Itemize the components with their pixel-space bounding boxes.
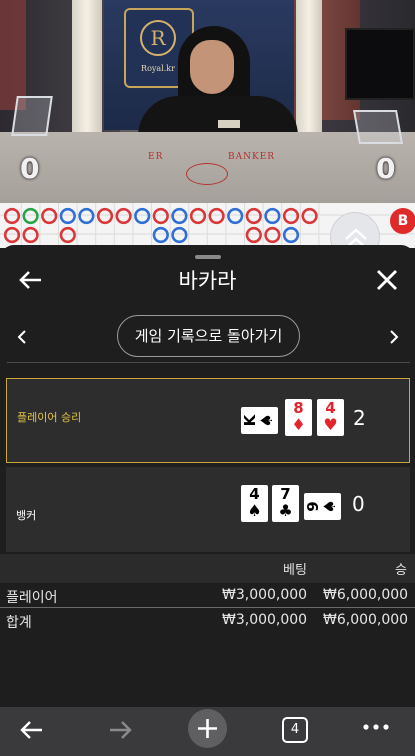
previous-game-icon[interactable] [12, 325, 32, 349]
bets-total-row: 합계 ₩3,000,000 ₩6,000,000 [0, 609, 415, 634]
road-bead [59, 226, 76, 244]
total-bet-amount: ₩3,000,000 [222, 612, 308, 628]
road-bead [22, 207, 39, 225]
road-bead [282, 207, 300, 225]
road-bead [171, 226, 188, 244]
banker-badge[interactable]: B [390, 208, 415, 234]
road-bead [59, 207, 76, 225]
total-win-amount: ₩6,000,000 [323, 612, 409, 628]
divider [7, 362, 410, 363]
banker-card-3: 9 ♠ [304, 493, 341, 520]
road-bead [78, 207, 95, 225]
player-total: 2 [353, 406, 366, 430]
bets-divider [0, 607, 415, 608]
road-bead [208, 207, 225, 225]
player-card-1: K ♠ [241, 407, 278, 434]
road-bead [301, 207, 318, 225]
road-bead [282, 226, 300, 244]
road-bead [264, 226, 281, 244]
new-tab-button[interactable] [188, 709, 227, 748]
road-bead [152, 207, 169, 225]
banker-card-1: 4 ♠ [241, 485, 268, 522]
road-bead [22, 226, 39, 244]
bet-row-label: 플레이어 [6, 590, 58, 606]
player-card-2: 8 ♦ [285, 399, 312, 436]
live-video-feed: R Royal.kr ER BANKER 0 0 [0, 0, 415, 203]
browser-toolbar: 4 [0, 707, 415, 756]
more-options-icon[interactable] [362, 722, 390, 732]
banker-total: 0 [352, 492, 365, 516]
player-card-3: 4 ♥ [317, 399, 344, 436]
road-bead [152, 226, 169, 244]
game-history-sheet: 바카라 게임 기록으로 돌아가기 플레이어 승리 K ♠ 8 ♦ 4 ♥ 2 뱅… [0, 245, 415, 707]
road-bead [96, 207, 114, 225]
win-column-header: 승 [395, 563, 407, 578]
royal-logo: R [140, 20, 176, 56]
next-game-icon[interactable] [384, 325, 404, 349]
app-root: R Royal.kr ER BANKER 0 0 B 바카라 게임 기록으로 돌… [0, 0, 415, 756]
road-bead [171, 207, 188, 225]
card-shoe [11, 96, 53, 136]
felt-logo [186, 163, 228, 185]
road-bead [115, 207, 132, 225]
bet-column-header: 베팅 [283, 563, 307, 578]
studio-monitor [345, 28, 415, 100]
tab-count-button[interactable]: 4 [282, 717, 308, 743]
bets-table-header: 베팅 승 [0, 554, 415, 583]
road-bead [245, 207, 262, 225]
road-bead [134, 207, 151, 225]
back-to-history-button[interactable]: 게임 기록으로 돌아가기 [117, 315, 300, 357]
plus-icon [198, 719, 217, 738]
discard-tray [353, 110, 403, 144]
close-icon[interactable] [374, 267, 400, 293]
banker-result-label: 뱅커 [16, 509, 37, 522]
road-bead [189, 207, 207, 225]
road-bead [3, 226, 21, 244]
felt-banker-text: BANKER [228, 152, 276, 162]
total-row-label: 합계 [6, 615, 32, 631]
road-bead [245, 226, 262, 244]
road-bead [227, 207, 244, 225]
road-bead [264, 207, 281, 225]
sheet-title: 바카라 [178, 269, 237, 293]
road-bead [3, 207, 21, 225]
road-bead [41, 207, 58, 225]
banker-hand-row: 뱅커 4 ♠ 7 ♣ 9 ♠ 0 [6, 467, 410, 552]
banker-score: 0 [376, 152, 396, 185]
sheet-drag-handle[interactable] [195, 255, 221, 259]
bet-amount: ₩3,000,000 [222, 587, 308, 603]
bets-table-row: 플레이어 ₩3,000,000 ₩6,000,000 [0, 584, 415, 609]
banker-card-2: 7 ♣ [272, 485, 299, 522]
player-hand-row: 플레이어 승리 K ♠ 8 ♦ 4 ♥ 2 [6, 378, 410, 463]
felt-player-text: ER [148, 152, 164, 162]
browser-forward-icon[interactable] [106, 717, 134, 743]
win-amount: ₩6,000,000 [323, 587, 409, 603]
player-score: 0 [20, 152, 40, 185]
player-result-label: 플레이어 승리 [17, 411, 82, 424]
browser-back-icon[interactable] [18, 717, 46, 743]
